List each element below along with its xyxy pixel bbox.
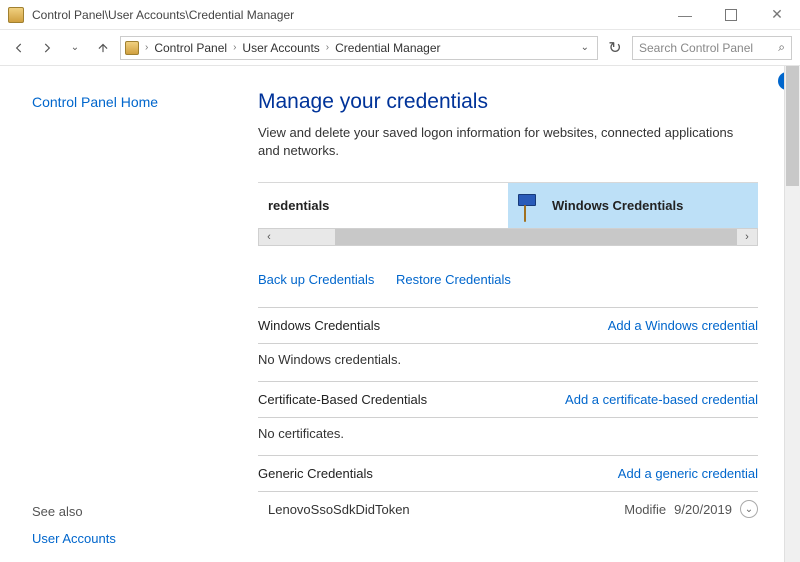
- chevron-icon[interactable]: ›: [229, 42, 240, 53]
- main-panel: ? Manage your credentials View and delet…: [258, 66, 800, 562]
- sidebar: Control Panel Home See also User Account…: [0, 66, 258, 562]
- section-certificate-credentials: Certificate-Based Credentials Add a cert…: [258, 381, 758, 455]
- search-input[interactable]: Search Control Panel ⌕: [632, 36, 792, 60]
- minimize-button[interactable]: —: [662, 0, 708, 30]
- section-windows-credentials: Windows Credentials Add a Windows creden…: [258, 307, 758, 381]
- search-icon: ⌕: [778, 40, 785, 55]
- address-bar: ⌄ › Control Panel › User Accounts › Cred…: [0, 30, 800, 66]
- add-certificate-credential-link[interactable]: Add a certificate-based credential: [565, 392, 758, 407]
- safe-icon: [518, 194, 544, 218]
- chevron-icon[interactable]: ›: [322, 42, 333, 53]
- scroll-track[interactable]: [279, 229, 737, 245]
- folder-icon: [125, 41, 139, 55]
- credential-name: LenovoSsoSdkDidToken: [258, 502, 410, 517]
- page-title: Manage your credentials: [258, 90, 758, 114]
- control-panel-home-link[interactable]: Control Panel Home: [32, 94, 238, 110]
- recent-dropdown[interactable]: ⌄: [64, 37, 86, 59]
- forward-button[interactable]: [36, 37, 58, 59]
- section-title: Windows Credentials: [258, 318, 380, 333]
- scrollbar-thumb[interactable]: [786, 66, 799, 186]
- window-controls: — ✕: [662, 0, 800, 30]
- see-also-user-accounts-link[interactable]: User Accounts: [32, 531, 238, 546]
- see-also-section: See also User Accounts: [32, 504, 238, 546]
- modified-label: Modifie: [624, 502, 666, 517]
- credential-actions: Back up Credentials Restore Credentials: [258, 272, 758, 287]
- restore-credentials-link[interactable]: Restore Credentials: [396, 272, 511, 287]
- scroll-thumb[interactable]: [335, 229, 737, 245]
- back-button[interactable]: [8, 37, 30, 59]
- close-button[interactable]: ✕: [754, 0, 800, 30]
- page-description: View and delete your saved logon informa…: [258, 124, 758, 160]
- tab-label-partial: redentials: [268, 198, 329, 213]
- window-title: Control Panel\User Accounts\Credential M…: [32, 8, 662, 22]
- up-button[interactable]: [92, 37, 114, 59]
- breadcrumb-item[interactable]: Credential Manager: [333, 41, 442, 55]
- maximize-button[interactable]: [708, 0, 754, 30]
- breadcrumb[interactable]: › Control Panel › User Accounts › Creden…: [120, 36, 598, 60]
- search-placeholder: Search Control Panel: [639, 41, 753, 55]
- see-also-label: See also: [32, 504, 238, 519]
- modified-date: 9/20/2019: [674, 502, 732, 517]
- add-generic-credential-link[interactable]: Add a generic credential: [618, 466, 758, 481]
- breadcrumb-dropdown-icon[interactable]: ⌄: [577, 42, 593, 53]
- section-generic-credentials: Generic Credentials Add a generic creden…: [258, 455, 758, 526]
- chevron-icon[interactable]: ›: [141, 42, 152, 53]
- scroll-left-button[interactable]: ‹: [259, 231, 279, 243]
- tab-web-credentials[interactable]: redentials: [258, 183, 508, 228]
- breadcrumb-item[interactable]: User Accounts: [240, 41, 321, 55]
- credential-entry[interactable]: LenovoSsoSdkDidToken Modifie 9/20/2019 ⌄: [258, 491, 758, 526]
- section-empty-text: No certificates.: [258, 417, 758, 455]
- tab-label: Windows Credentials: [552, 198, 683, 213]
- expand-icon[interactable]: ⌄: [740, 500, 758, 518]
- horizontal-scrollbar[interactable]: ‹ ›: [258, 228, 758, 246]
- content-area: Control Panel Home See also User Account…: [0, 66, 800, 562]
- credential-meta: Modifie 9/20/2019 ⌄: [624, 500, 758, 518]
- backup-credentials-link[interactable]: Back up Credentials: [258, 272, 374, 287]
- vertical-scrollbar[interactable]: [784, 66, 800, 562]
- section-title: Certificate-Based Credentials: [258, 392, 427, 407]
- category-tabs: redentials Windows Credentials: [258, 182, 758, 228]
- tab-windows-credentials[interactable]: Windows Credentials: [508, 183, 758, 228]
- refresh-button[interactable]: ↻: [604, 37, 626, 59]
- scroll-right-button[interactable]: ›: [737, 231, 757, 243]
- section-empty-text: No Windows credentials.: [258, 343, 758, 381]
- add-windows-credential-link[interactable]: Add a Windows credential: [608, 318, 758, 333]
- control-panel-icon: [8, 7, 24, 23]
- breadcrumb-item[interactable]: Control Panel: [152, 41, 229, 55]
- section-title: Generic Credentials: [258, 466, 373, 481]
- title-bar: Control Panel\User Accounts\Credential M…: [0, 0, 800, 30]
